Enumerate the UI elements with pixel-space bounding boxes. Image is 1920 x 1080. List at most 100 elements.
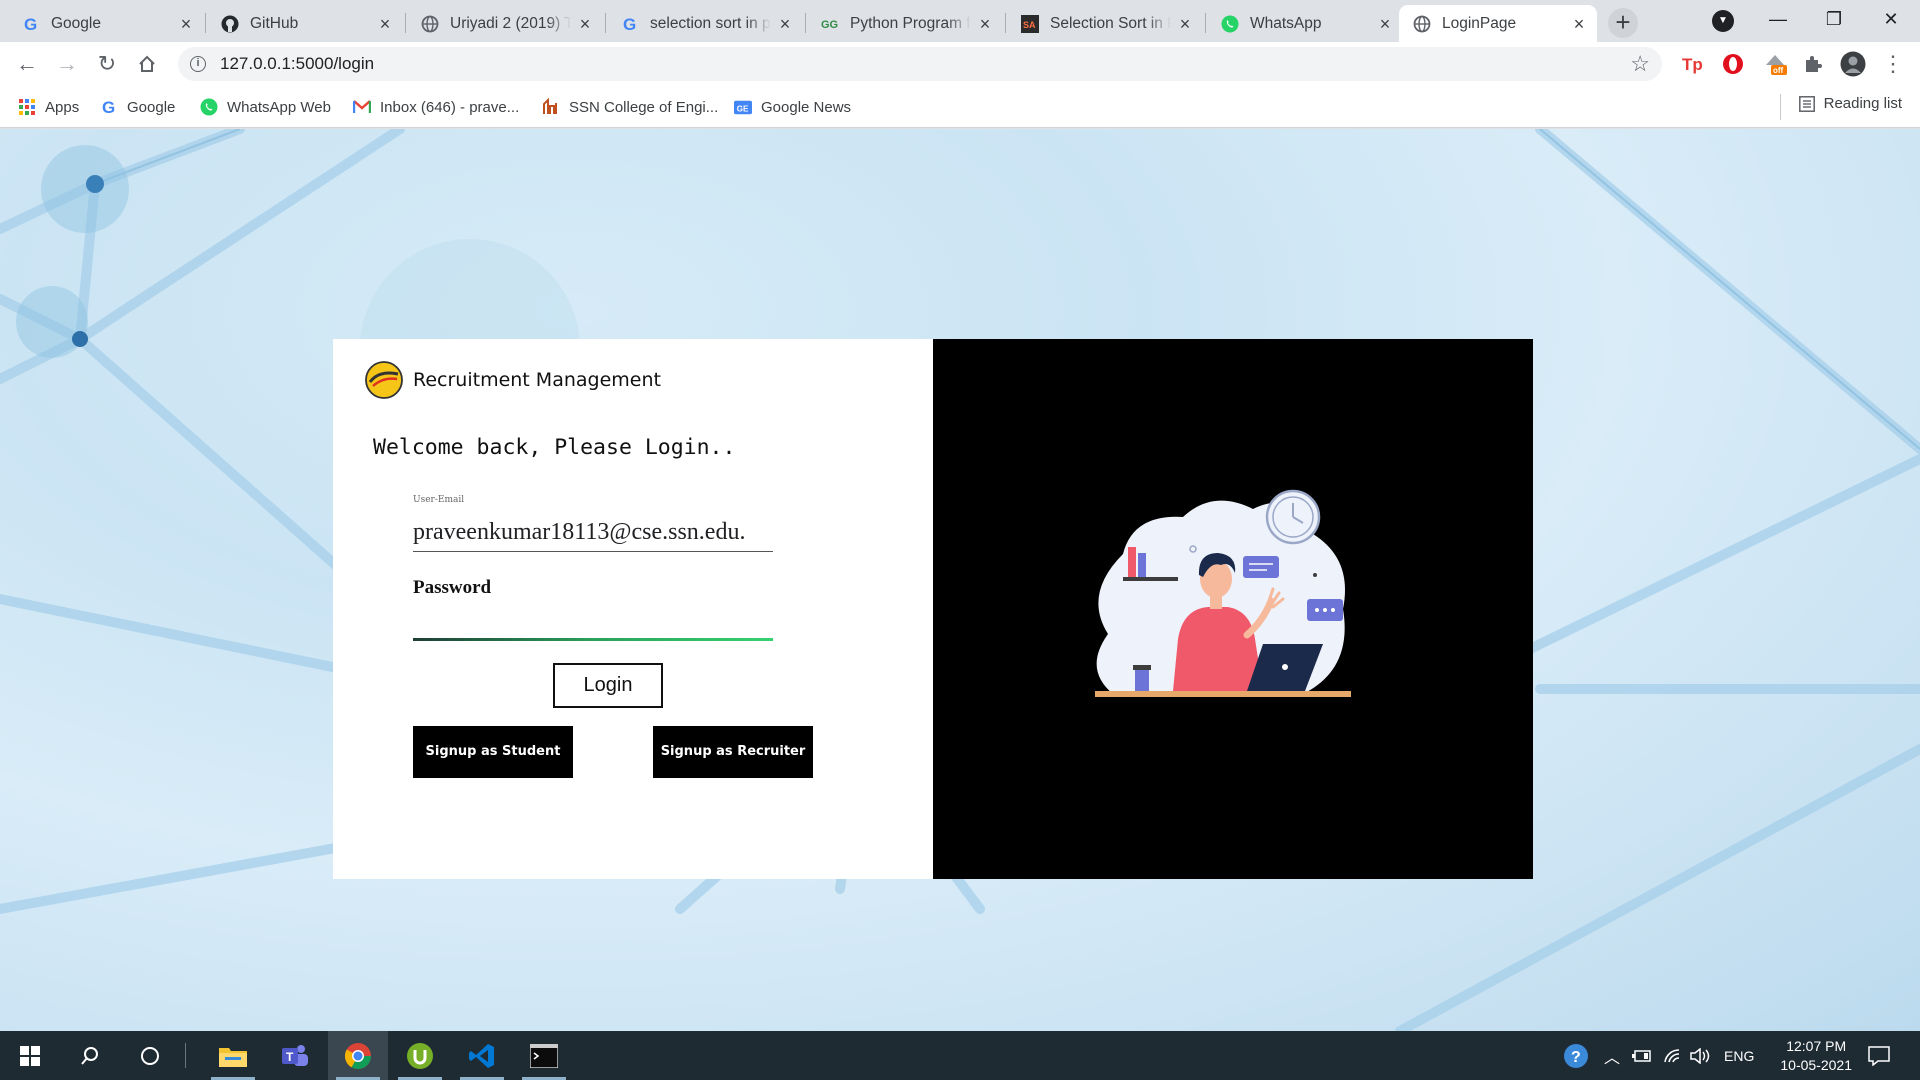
- svg-text:G: G: [102, 98, 115, 116]
- file-explorer-icon[interactable]: [203, 1031, 263, 1080]
- tab-title: LoginPage: [1442, 14, 1517, 32]
- svg-text:GE: GE: [737, 105, 749, 114]
- tab-loginpage[interactable]: LoginPage ×: [1399, 5, 1597, 42]
- bookmark-label: SSN College of Engi...: [569, 98, 719, 116]
- apps-grid-icon: [18, 98, 36, 116]
- close-icon[interactable]: ×: [577, 15, 593, 33]
- forward-icon[interactable]: →: [51, 48, 83, 80]
- bookmark-star-icon[interactable]: ☆: [1630, 51, 1650, 77]
- reading-list-label: Reading list: [1823, 95, 1902, 112]
- password-field[interactable]: [413, 601, 773, 641]
- bookmarks-bar: Apps G Google WhatsApp Web Inbox (646) -…: [0, 86, 1920, 128]
- svg-text:off: off: [1773, 66, 1784, 75]
- reading-list[interactable]: Reading list: [1798, 95, 1902, 112]
- bookmark-inbox[interactable]: Inbox (646) - prave...: [353, 95, 519, 119]
- whatsapp-icon: [200, 98, 218, 116]
- teams-icon[interactable]: T: [264, 1031, 324, 1080]
- svg-text:GG: GG: [821, 19, 838, 31]
- site-info-icon[interactable]: i: [190, 56, 206, 72]
- chrome-icon[interactable]: [328, 1031, 388, 1080]
- tp-extension-icon[interactable]: Tp: [1680, 51, 1706, 77]
- tab-separator: [605, 13, 606, 33]
- volume-icon[interactable]: [1690, 1031, 1712, 1080]
- bookmark-google-news[interactable]: GE Google News: [734, 95, 851, 119]
- sa-icon: SA: [1021, 14, 1039, 33]
- language-indicator[interactable]: ENG: [1724, 1031, 1754, 1080]
- google-icon: G: [100, 98, 118, 116]
- new-tab-button[interactable]: +: [1608, 8, 1638, 38]
- bookmark-google[interactable]: G Google: [100, 95, 175, 119]
- bookmark-apps[interactable]: Apps: [18, 95, 79, 119]
- notification-icon[interactable]: [1868, 1031, 1890, 1080]
- bookmark-divider: [1780, 94, 1781, 120]
- reload-icon[interactable]: ↻: [91, 48, 123, 80]
- close-icon[interactable]: ×: [977, 15, 993, 33]
- close-icon[interactable]: ×: [178, 15, 194, 33]
- tab-title: Python Program f: [850, 14, 971, 32]
- tab-title: selection sort in p: [650, 14, 771, 32]
- illustration-panel: [933, 339, 1533, 879]
- bookmark-ssn[interactable]: SSN College of Engi...: [542, 95, 718, 119]
- globe-icon: [421, 15, 439, 33]
- utorrent-icon[interactable]: [390, 1031, 450, 1080]
- coupon-extension-icon[interactable]: off: [1762, 51, 1788, 77]
- svg-text:T: T: [286, 1050, 294, 1064]
- clock[interactable]: 12:07 PM 10-05-2021: [1780, 1037, 1852, 1075]
- address-bar[interactable]: i 127.0.0.1:5000/login ☆: [178, 47, 1662, 81]
- whatsapp-icon: [1221, 15, 1239, 33]
- vscode-icon[interactable]: [452, 1031, 512, 1080]
- signup-student-button[interactable]: Signup as Student: [413, 726, 573, 778]
- task-view-icon[interactable]: [120, 1031, 180, 1080]
- profile-avatar[interactable]: [1840, 51, 1866, 77]
- google-icon: G: [22, 15, 40, 33]
- close-icon[interactable]: ×: [1177, 15, 1193, 33]
- tab-selection-sort[interactable]: SA Selection Sort in P ×: [1007, 5, 1203, 42]
- signup-recruiter-button[interactable]: Signup as Recruiter: [653, 726, 813, 778]
- restore-icon[interactable]: ❐: [1805, 0, 1863, 40]
- search-icon[interactable]: [60, 1031, 120, 1080]
- tab-selection-sort-search[interactable]: G selection sort in p ×: [607, 5, 803, 42]
- windows-taskbar: T ? ︿ ENG 12:07 PM 10-05-2021: [0, 1031, 1920, 1080]
- svg-text:SA: SA: [1023, 20, 1036, 30]
- minimize-icon[interactable]: —: [1749, 0, 1807, 40]
- close-icon[interactable]: ×: [377, 15, 393, 33]
- close-window-icon[interactable]: ✕: [1862, 0, 1920, 40]
- tab-google[interactable]: G Google ×: [8, 5, 204, 42]
- extensions-puzzle-icon[interactable]: [1800, 51, 1826, 77]
- menu-kebab-icon[interactable]: ⋮: [1880, 51, 1906, 77]
- bookmark-label: Apps: [45, 98, 80, 116]
- help-icon[interactable]: ?: [1562, 1031, 1590, 1080]
- login-button[interactable]: Login: [553, 663, 663, 708]
- start-icon[interactable]: [0, 1031, 60, 1080]
- home-icon[interactable]: [131, 48, 163, 80]
- tab-python-program[interactable]: GG Python Program f ×: [807, 5, 1003, 42]
- battery-icon[interactable]: [1632, 1031, 1652, 1080]
- tab-search-button[interactable]: ▼: [1712, 10, 1734, 32]
- tab-uriyadi[interactable]: Uriyadi 2 (2019) Ta ×: [407, 5, 603, 42]
- welcome-heading: Welcome back, Please Login..: [373, 435, 736, 460]
- close-icon[interactable]: ×: [1377, 15, 1393, 33]
- page-viewport: Recruitment Management Welcome back, Ple…: [0, 129, 1920, 1031]
- tab-title: WhatsApp: [1250, 14, 1322, 32]
- bookmark-label: Inbox (646) - prave...: [380, 98, 520, 116]
- close-icon[interactable]: ×: [1571, 15, 1587, 33]
- bookmark-whatsapp-web[interactable]: WhatsApp Web: [200, 95, 331, 119]
- tab-title: GitHub: [250, 14, 299, 32]
- brand-logo-icon: [365, 361, 403, 399]
- back-icon[interactable]: ←: [11, 48, 43, 80]
- ssn-icon: [542, 98, 560, 116]
- email-field[interactable]: [413, 514, 773, 552]
- tab-github[interactable]: GitHub ×: [207, 5, 403, 42]
- wifi-icon[interactable]: [1664, 1031, 1682, 1080]
- taskbar-divider: [185, 1043, 186, 1068]
- tab-whatsapp[interactable]: WhatsApp ×: [1207, 5, 1403, 42]
- browser-toolbar: ← → ↻ i 127.0.0.1:5000/login ☆ Tp off ⋮: [0, 42, 1920, 86]
- terminal-icon[interactable]: [514, 1031, 574, 1080]
- close-icon[interactable]: ×: [777, 15, 793, 33]
- email-label: User-Email: [413, 495, 465, 505]
- chevron-up-icon[interactable]: ︿: [1604, 1031, 1620, 1080]
- bookmark-label: Google: [127, 98, 176, 116]
- brand: Recruitment Management: [365, 361, 661, 399]
- opera-extension-icon[interactable]: [1720, 51, 1746, 77]
- password-label: Password: [413, 577, 492, 598]
